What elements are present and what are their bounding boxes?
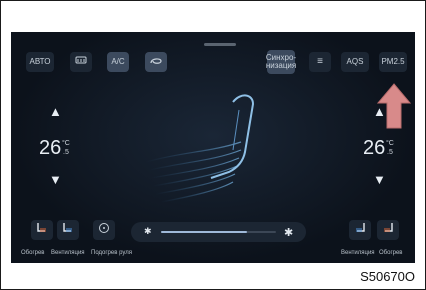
rear-defrost-icon [75, 56, 87, 68]
left-temp-unit: °C [62, 140, 70, 147]
sync-button[interactable]: Синхро- низация [266, 50, 296, 74]
fan-track [161, 231, 276, 233]
right-seat-heat-button[interactable] [377, 220, 399, 240]
airflow-button[interactable]: ≡ [309, 52, 331, 72]
seat-heat-icon [35, 221, 49, 239]
auto-button[interactable]: АВТО [26, 52, 54, 72]
figure-caption: S50670O [360, 269, 415, 284]
left-seat-vent-button[interactable] [57, 220, 79, 240]
right-heat-label: Обогрев [379, 250, 403, 256]
fan-high-icon[interactable]: ✱ [284, 226, 293, 239]
left-heat-label: Обогрев [21, 250, 45, 256]
drag-handle[interactable] [204, 43, 236, 46]
seat-heat-icon [381, 221, 395, 239]
pointer-arrow-icon [377, 83, 411, 129]
left-temp-up-icon[interactable]: ▲ [49, 104, 62, 119]
fan-speed-slider[interactable]: ✱ ✱ [131, 222, 306, 242]
right-temp-unit: °C [386, 140, 394, 147]
rear-defrost-button[interactable] [70, 52, 92, 72]
steering-heat-button[interactable] [93, 220, 115, 240]
airflow-lines-icon: ≡ [317, 56, 323, 67]
steering-heat-label: Подогрев руля [91, 250, 132, 256]
seat-airflow-illustration [145, 94, 255, 203]
fan-low-icon[interactable]: ✱ [144, 226, 152, 237]
left-seat-heat-button[interactable] [31, 220, 53, 240]
right-temperature: 26 [363, 137, 386, 159]
seat-vent-icon [61, 221, 75, 239]
pm25-button[interactable]: PM2.5 [379, 52, 407, 72]
right-temp-decimal: .5 [387, 149, 393, 156]
recirculation-button[interactable] [145, 52, 167, 72]
left-temp-down-icon[interactable]: ▼ [49, 172, 62, 187]
left-vent-label: Вентиляция [51, 250, 85, 256]
steering-wheel-icon [98, 221, 110, 239]
recirculation-icon [149, 56, 163, 68]
aqs-button[interactable]: AQS [341, 52, 369, 72]
seat-vent-icon [353, 221, 367, 239]
left-temperature: 26 [39, 137, 62, 159]
figure-frame: АВТО A/C Синхро- низация ≡ AQS PM2.5 ▲ 2… [0, 0, 426, 290]
right-vent-label: Вентиляция [341, 250, 375, 256]
right-seat-vent-button[interactable] [349, 220, 371, 240]
ac-button[interactable]: A/C [107, 52, 129, 72]
left-temp-decimal: .5 [63, 149, 69, 156]
climate-screen: АВТО A/C Синхро- низация ≡ AQS PM2.5 ▲ 2… [11, 32, 415, 263]
fan-level-fill [161, 231, 248, 233]
right-temp-down-icon[interactable]: ▼ [373, 172, 386, 187]
